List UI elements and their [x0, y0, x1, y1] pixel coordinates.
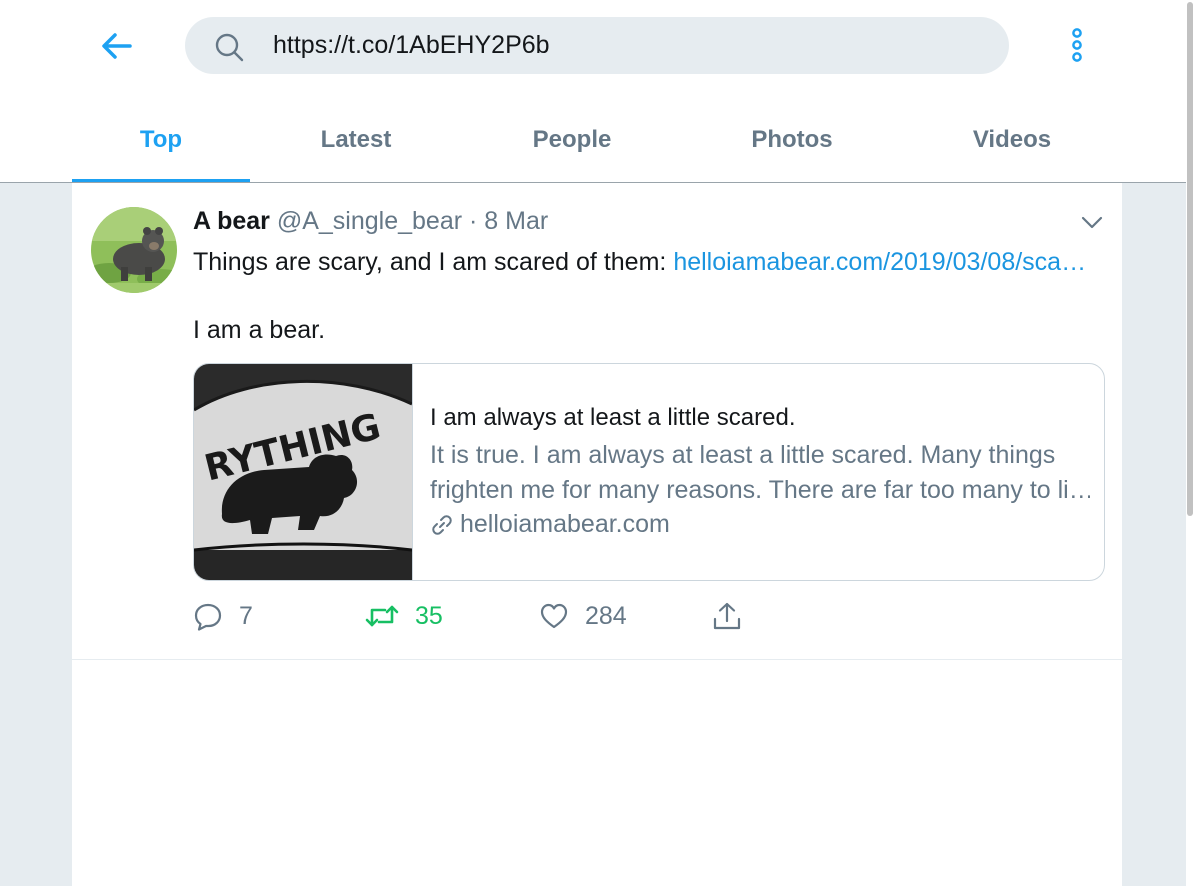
card-domain-text: helloiamabear.com: [460, 510, 670, 538]
tweet-text-line-2: I am a bear.: [193, 316, 326, 344]
avatar[interactable]: [91, 207, 177, 293]
back-button[interactable]: [98, 28, 136, 64]
tweet-text: Things are scary, and I am scared of the…: [193, 245, 1113, 347]
link-icon: [432, 514, 452, 535]
more-options-button[interactable]: [1064, 28, 1090, 64]
separator-dot: ·: [469, 207, 478, 235]
reply-icon: [194, 603, 222, 631]
card-domain: helloiamabear.com: [430, 510, 670, 539]
search-icon: [215, 33, 244, 62]
author-handle[interactable]: @A_single_bear: [277, 207, 462, 235]
card-description-line-2: frighten me for many reasons. There are …: [430, 476, 1090, 504]
timeline: A bear @A_single_bear · 8 Mar Things are…: [72, 183, 1122, 886]
tweet-link[interactable]: helloiamabear.com/2019/03/08/sca…: [673, 248, 1086, 276]
reply-button[interactable]: 7: [193, 596, 253, 636]
author-name[interactable]: A bear: [193, 207, 270, 235]
chevron-down-icon: [1081, 216, 1103, 229]
reply-count: 7: [239, 601, 253, 630]
like-button[interactable]: 284: [539, 596, 627, 636]
search-tabs: Top Latest People Photos Videos: [72, 98, 1122, 182]
card-description: It is true. I am always at least a littl…: [430, 438, 1090, 508]
tweet-header: A bear @A_single_bear · 8 Mar: [193, 207, 548, 237]
back-arrow-icon: [102, 33, 132, 59]
share-button[interactable]: [711, 596, 743, 636]
bear-avatar-image: [91, 207, 177, 293]
retweet-button[interactable]: 35: [365, 596, 443, 636]
retweet-count: 35: [415, 601, 443, 630]
like-count: 284: [585, 601, 627, 630]
tab-people[interactable]: People: [472, 98, 672, 182]
tab-latest[interactable]: Latest: [268, 98, 444, 182]
more-vertical-icon: [1072, 28, 1082, 62]
scrollbar-thumb[interactable]: [1187, 2, 1193, 516]
tweet-actions: 7 35 284: [193, 596, 1093, 636]
card-description-line-1: It is true. I am always at least a littl…: [430, 441, 1056, 469]
search-bar[interactable]: [185, 17, 1009, 74]
search-input[interactable]: [273, 25, 973, 65]
card-image: RYTHING: [194, 364, 413, 580]
tab-videos[interactable]: Videos: [912, 98, 1112, 182]
scrollbar[interactable]: [1186, 0, 1194, 886]
share-icon: [713, 602, 741, 630]
bear-drawing-image: RYTHING: [194, 364, 413, 580]
card-title: I am always at least a little scared.: [430, 404, 796, 431]
tab-top[interactable]: Top: [72, 98, 250, 182]
retweet-icon: [365, 605, 399, 627]
link-preview-card[interactable]: RYTHING I am always at least a little sc…: [193, 363, 1105, 581]
tweet-date[interactable]: 8 Mar: [484, 207, 548, 235]
top-bar: Top Latest People Photos Videos: [0, 0, 1186, 183]
tab-photos[interactable]: Photos: [692, 98, 892, 182]
tweet[interactable]: A bear @A_single_bear · 8 Mar Things are…: [72, 183, 1122, 660]
tweet-menu-button[interactable]: [1080, 211, 1104, 235]
tweet-text-line: Things are scary, and I am scared of the…: [193, 248, 674, 276]
like-icon: [540, 603, 568, 629]
